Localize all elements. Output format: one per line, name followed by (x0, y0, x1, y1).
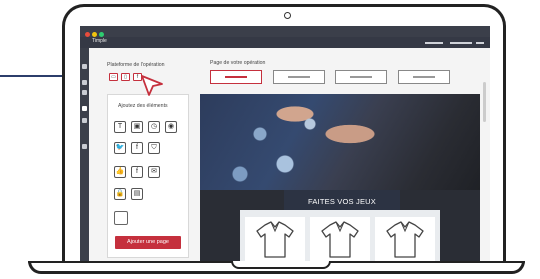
product-card[interactable] (245, 217, 305, 265)
page-tab-3[interactable] (335, 70, 387, 84)
page-tab-4[interactable] (398, 70, 450, 84)
app-screen: Timple Plateforme de l'opération ▭ ▯ f P… (80, 26, 490, 266)
product-card[interactable] (310, 217, 370, 265)
card-icon[interactable]: ▤ (131, 188, 143, 200)
user-icon[interactable] (82, 144, 87, 149)
products-strip (240, 210, 440, 266)
polo-shirt-icon (386, 221, 424, 258)
app-title: Timple (92, 38, 107, 44)
timer-icon[interactable]: ◷ (148, 121, 160, 133)
polo-shirt-icon (256, 221, 294, 258)
polo-shirt-icon (321, 221, 359, 258)
mail-icon[interactable]: ✉ (148, 166, 160, 178)
header-menu-item[interactable] (450, 42, 472, 44)
mobile-icon[interactable]: ▯ (121, 73, 130, 81)
facebook-icon[interactable]: f (131, 142, 143, 154)
facebook-share-icon[interactable]: f (131, 166, 143, 178)
page-tab-2[interactable] (273, 70, 325, 84)
laptop-notch (231, 261, 331, 269)
copy-icon[interactable] (82, 90, 87, 95)
home-icon[interactable] (82, 64, 87, 69)
text-icon[interactable]: T (114, 121, 126, 133)
preview-scrollbar[interactable] (483, 82, 486, 122)
layers-icon[interactable] (82, 80, 87, 85)
callout-line (0, 75, 66, 77)
add-page-button[interactable]: Ajouter une page (115, 236, 181, 249)
pages-label: Page de votre opération (210, 60, 266, 66)
page-preview: FAITES VOS JEUX (200, 94, 480, 266)
edit-icon[interactable] (82, 118, 87, 123)
webcam-icon (284, 12, 291, 19)
lock-icon[interactable]: 🔒 (114, 188, 126, 200)
hero-photo (200, 94, 480, 190)
elements-title: Ajoutez des éléments (118, 103, 168, 109)
twitter-icon[interactable]: 🐦 (114, 142, 126, 154)
camera-icon[interactable]: ◉ (165, 121, 177, 133)
empty-element-slot[interactable] (114, 211, 128, 225)
product-card[interactable] (375, 217, 435, 265)
cursor-arrow-icon (141, 75, 163, 96)
header-menu-item[interactable] (425, 42, 443, 44)
badge-icon[interactable]: ⛉ (148, 142, 160, 154)
grid-icon[interactable] (82, 106, 87, 111)
desktop-icon[interactable]: ▭ (109, 73, 118, 81)
image-icon[interactable]: ▣ (131, 121, 143, 133)
like-icon[interactable]: 👍 (114, 166, 126, 178)
page-tab-1[interactable] (210, 70, 262, 84)
header-menu-item[interactable] (476, 42, 484, 44)
platform-label: Plateforme de l'opération (107, 62, 165, 68)
